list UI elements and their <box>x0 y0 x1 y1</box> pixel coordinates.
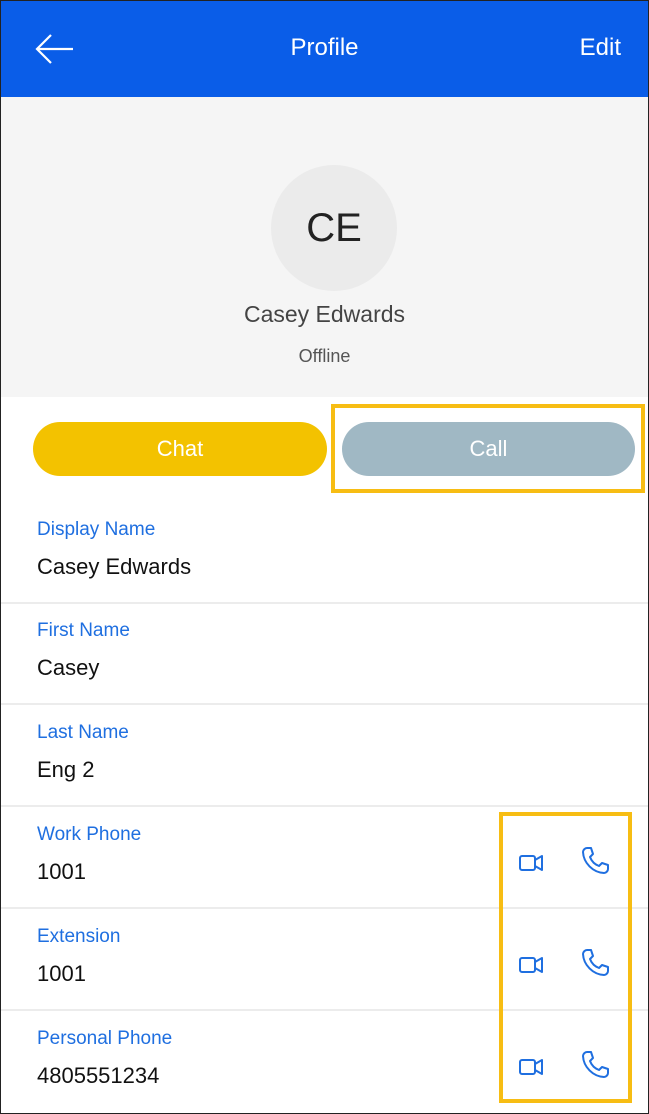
video-call-icon <box>519 957 543 973</box>
field-display-name: Display Name Casey Edwards <box>1 503 648 604</box>
avatar-initials: CE <box>306 205 362 250</box>
profile-summary: CE Casey Edwards Offline <box>1 97 648 397</box>
video-call-button[interactable] <box>515 948 549 982</box>
field-label: Last Name <box>37 722 129 743</box>
field-first-name: First Name Casey <box>1 604 648 705</box>
field-extension: Extension 1001 <box>1 910 648 1011</box>
voice-call-button[interactable] <box>578 946 612 980</box>
phone-icon <box>582 847 609 874</box>
field-label: Extension <box>37 926 121 947</box>
profile-name: Casey Edwards <box>243 301 406 327</box>
field-value: Casey Edwards <box>37 554 192 579</box>
video-call-button[interactable] <box>515 1050 549 1084</box>
field-label: Work Phone <box>37 824 142 845</box>
video-call-icon <box>519 855 543 871</box>
voice-call-button[interactable] <box>578 1048 612 1082</box>
page-title: Profile <box>290 34 359 61</box>
field-personal-phone: Personal Phone 4805551234 <box>1 1012 648 1113</box>
field-value: 1001 <box>37 961 86 986</box>
field-value: 1001 <box>37 859 86 884</box>
presence-status: Offline <box>298 346 351 366</box>
field-value: Eng 2 <box>37 757 95 782</box>
video-call-button[interactable] <box>515 846 549 880</box>
edit-button[interactable]: Edit <box>580 31 621 65</box>
app-screen: Profile Edit CE Casey Edwards Offline Ch… <box>0 0 649 1114</box>
chat-button[interactable]: Chat <box>33 422 327 476</box>
field-label: Display Name <box>37 519 156 540</box>
phone-icon <box>582 949 609 976</box>
video-call-icon <box>519 1059 543 1075</box>
voice-call-button[interactable] <box>578 844 612 878</box>
field-label: First Name <box>37 620 130 641</box>
field-label: Personal Phone <box>37 1028 173 1049</box>
field-work-phone: Work Phone 1001 <box>1 808 648 909</box>
top-app-bar: Profile Edit <box>1 1 648 97</box>
phone-icon <box>582 1051 609 1078</box>
field-last-name: Last Name Eng 2 <box>1 706 648 807</box>
call-button[interactable]: Call <box>342 422 635 476</box>
field-value: Casey <box>37 655 100 680</box>
avatar: CE <box>271 165 397 291</box>
field-value: 4805551234 <box>37 1063 160 1088</box>
